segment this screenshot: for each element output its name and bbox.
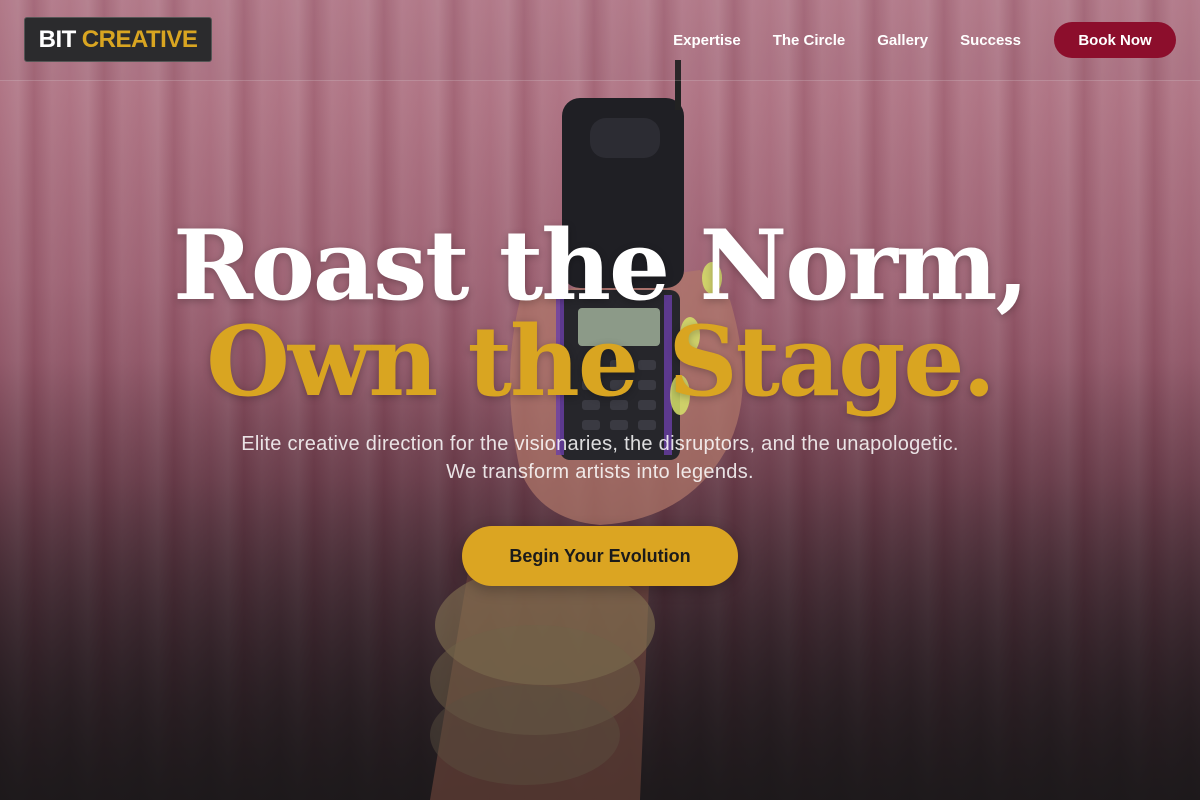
- brand-logo-word2: CREATIVE: [81, 25, 198, 53]
- headline-line-1: Roast the Norm,: [173, 209, 1029, 322]
- brand-logo[interactable]: BIT CREATIVE: [24, 17, 212, 62]
- brand-logo-word1: BIT: [38, 25, 77, 53]
- hero-subtitle-line-1: Elite creative direction for the visiona…: [241, 433, 959, 455]
- top-navbar: BIT CREATIVE Expertise The Circle Galler…: [0, 0, 1200, 81]
- nav-link-success[interactable]: Success: [960, 32, 1021, 49]
- nav-link-expertise[interactable]: Expertise: [673, 32, 741, 49]
- nav-link-gallery[interactable]: Gallery: [877, 32, 928, 49]
- headline-line-2: Own the Stage.: [206, 305, 996, 418]
- nav-link-the-circle[interactable]: The Circle: [773, 32, 846, 49]
- nav-links: Expertise The Circle Gallery Success Boo…: [673, 0, 1176, 80]
- begin-evolution-button[interactable]: Begin Your Evolution: [462, 526, 738, 586]
- hero-subtitle-line-2: We transform artists into legends.: [446, 461, 754, 483]
- book-now-button[interactable]: Book Now: [1054, 22, 1176, 58]
